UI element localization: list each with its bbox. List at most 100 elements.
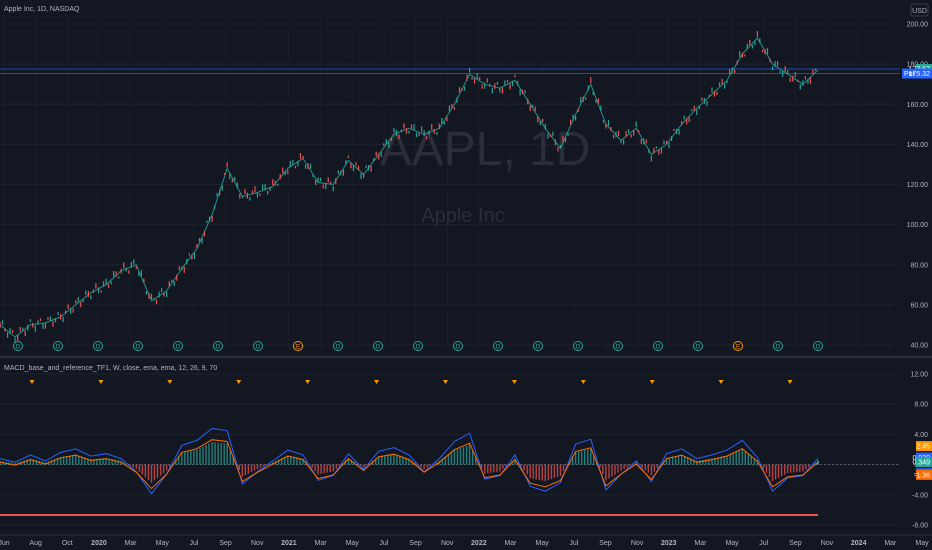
price-candle <box>14 337 16 343</box>
price-candle <box>239 193 241 199</box>
price-candle <box>279 174 281 180</box>
price-candle <box>754 41 756 46</box>
price-candle <box>623 139 625 145</box>
currency-button[interactable]: USD <box>910 3 929 17</box>
macd-histogram-bar <box>117 460 119 465</box>
macd-histogram-bar <box>141 464 144 475</box>
price-candle <box>274 180 276 186</box>
price-candle <box>597 98 599 105</box>
price-candle <box>32 322 34 328</box>
x-tick: Nov <box>441 540 454 547</box>
macd-histogram-bar <box>329 464 331 472</box>
macd-histogram-bar <box>468 445 471 465</box>
price-candle <box>630 134 632 138</box>
price-candle <box>595 99 597 103</box>
macd-histogram-bar <box>362 464 365 468</box>
price-candle <box>262 184 264 190</box>
macd-histogram-bar <box>499 464 501 472</box>
chart-canvas[interactable]: AAPL, 1D Apple Inc 200.00180.00160.00140… <box>0 0 932 550</box>
price-candle <box>297 161 299 167</box>
macd-histogram-bar <box>793 464 795 473</box>
price-y-tick: 160.00 <box>907 102 929 109</box>
macd-histogram-bar <box>581 450 583 465</box>
x-tick: 2022 <box>471 540 487 547</box>
price-candle <box>443 121 445 125</box>
macd-histogram-bar <box>193 450 195 465</box>
price-candle <box>782 71 784 77</box>
price-candle <box>143 278 145 283</box>
macd-histogram-bar <box>202 446 204 465</box>
price-y-tick: 80.00 <box>910 262 928 269</box>
price-candle <box>660 147 663 154</box>
macd-histogram-bar <box>447 454 450 465</box>
price-candle <box>655 146 657 149</box>
price-candle <box>92 289 94 293</box>
macd-histogram-bar <box>559 464 562 476</box>
macd-histogram-bar <box>199 448 201 465</box>
macd-histogram-bar <box>205 445 207 465</box>
signal-marker <box>98 380 104 384</box>
macd-histogram-bar <box>553 464 556 478</box>
macd-histogram-bar <box>702 459 704 465</box>
macd-histogram-bar <box>390 454 392 465</box>
symbol-title: Apple Inc, 1D, NASDAQ <box>4 6 80 13</box>
price-candle <box>615 131 617 138</box>
price-candle <box>479 77 481 80</box>
signal-marker <box>442 380 448 384</box>
price-candle <box>794 72 796 78</box>
macd-histogram-bar <box>244 464 247 476</box>
price-candle <box>461 88 463 91</box>
macd-histogram-bar <box>184 451 186 465</box>
price-candle <box>120 268 122 274</box>
event-label: D <box>456 345 461 351</box>
price-candle <box>60 313 62 320</box>
price-candle <box>451 104 453 109</box>
price-candle <box>12 330 14 333</box>
price-candle <box>335 178 337 184</box>
price-candle <box>441 117 443 124</box>
chart-root: AAPL, 1D Apple Inc 200.00180.00160.00140… <box>0 0 932 550</box>
macd-histogram-bar <box>677 455 680 465</box>
macd-histogram-bar <box>562 464 565 472</box>
event-label: D <box>216 345 221 351</box>
x-tick: 2021 <box>281 540 297 547</box>
price-candle <box>360 173 362 180</box>
event-label: E <box>296 345 300 351</box>
signal-marker <box>29 380 35 384</box>
price-candle <box>191 254 193 260</box>
macd-histogram-bar <box>190 450 192 465</box>
macd-histogram-bar <box>223 443 225 465</box>
price-candle <box>123 262 125 269</box>
macd-histogram-bar <box>241 464 244 477</box>
macd-histogram-bar <box>138 464 141 472</box>
price-candle <box>638 130 640 133</box>
x-tick: Nov <box>631 540 644 547</box>
price-candle <box>39 318 41 322</box>
macd-histogram-bar <box>699 460 701 465</box>
price-candle <box>405 128 408 134</box>
macd-histogram-bar <box>311 464 313 469</box>
macd-histogram-bar <box>726 455 728 465</box>
price-candle <box>713 90 716 97</box>
price-candle <box>22 327 24 331</box>
price-candle <box>145 291 147 295</box>
macd-histogram-bar <box>762 464 765 469</box>
price-candle <box>665 140 668 145</box>
price-candle <box>426 136 428 140</box>
price-candle <box>784 66 786 72</box>
price-candle <box>729 69 731 75</box>
price-candle <box>648 149 650 153</box>
price-candle <box>711 87 713 93</box>
x-tick: Jun <box>0 540 10 547</box>
price-candle <box>549 134 551 137</box>
signal-marker <box>305 380 311 384</box>
event-label: D <box>16 345 21 351</box>
price-candle <box>269 186 271 191</box>
price-candle <box>514 74 516 78</box>
price-candle <box>696 109 698 116</box>
price-candle <box>289 160 291 167</box>
macd-histogram-bar <box>547 464 550 481</box>
price-candle <box>370 165 372 172</box>
price-candle <box>610 127 612 132</box>
macd-y-tick: -4.00 <box>912 492 928 499</box>
